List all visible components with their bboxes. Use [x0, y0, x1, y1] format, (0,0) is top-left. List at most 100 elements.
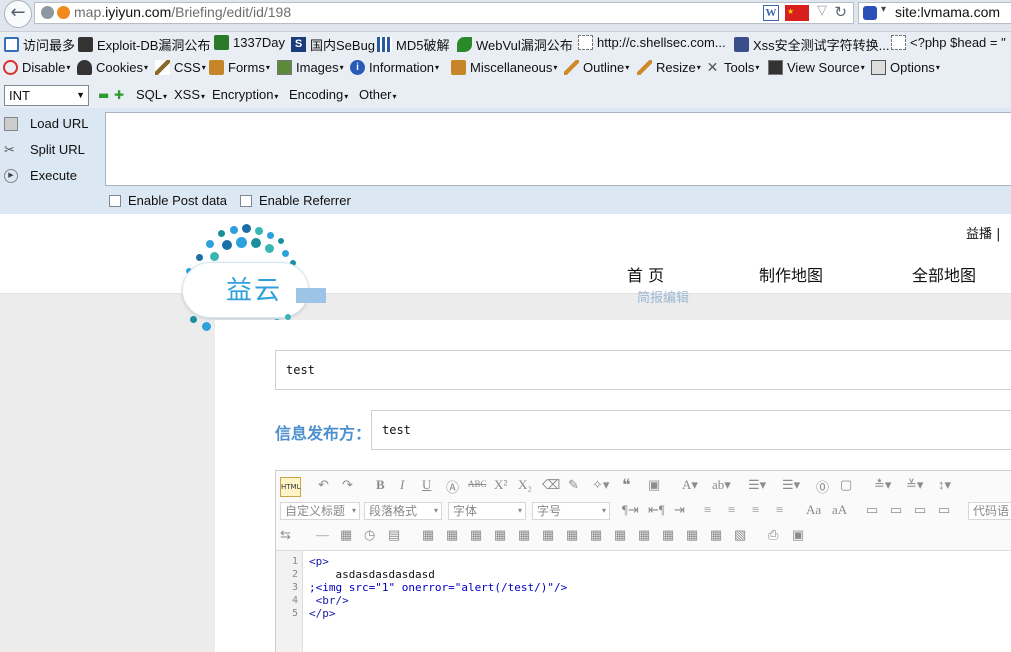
paragraph-format-select[interactable]: 段落格式 ▾ — [364, 502, 442, 520]
increase-icon[interactable]: ✚ — [114, 88, 124, 102]
align-right-icon[interactable]: ≡ — [752, 502, 759, 518]
underline-icon[interactable]: U — [422, 477, 431, 493]
nav-sub-briefing[interactable]: 简报编辑 — [637, 287, 689, 306]
table-align-icon[interactable]: ▦ — [638, 527, 650, 543]
images-menu[interactable]: Images ▾ — [277, 60, 344, 75]
rtl-icon[interactable]: ⇤¶ — [648, 502, 665, 518]
code-line[interactable]: <p> — [309, 555, 329, 568]
strikethrough-icon[interactable]: ABC — [468, 479, 487, 489]
subscript-icon[interactable]: X₂ — [518, 477, 532, 493]
encoding-menu[interactable]: Encoding▾ — [289, 87, 348, 102]
encryption-menu[interactable]: Encryption▾ — [212, 87, 278, 102]
indent-icon[interactable]: ⇥ — [674, 502, 685, 518]
search-input[interactable]: ▾ site:lvmama.com — [858, 2, 1011, 24]
bookmark-item[interactable]: MD5破解 — [377, 35, 449, 54]
date-icon[interactable]: ▦ — [340, 527, 352, 543]
bookmark-item[interactable]: 访问最多 — [4, 35, 75, 54]
code-line[interactable]: </p> — [309, 607, 336, 620]
delete-col-icon[interactable]: ▦ — [518, 527, 530, 543]
eraser-icon[interactable]: ⌫ — [542, 477, 560, 493]
auto-format-icon[interactable]: ✧▾ — [592, 477, 609, 493]
select-all-icon[interactable]: ⓪ — [816, 477, 829, 496]
bookmark-item[interactable]: 1337Day — [214, 35, 285, 50]
font-border-icon[interactable]: Ⓐ — [446, 477, 459, 496]
horizontal-rule-icon[interactable]: — — [316, 527, 329, 543]
hackbar-url-textarea[interactable] — [105, 112, 1011, 186]
miscellaneous-menu[interactable]: Miscellaneous ▾ — [451, 60, 557, 75]
back-arrow-icon[interactable]: ← — [4, 0, 32, 28]
image-float-left-icon[interactable]: ▭ — [890, 502, 902, 518]
insert-col-icon[interactable]: ▦ — [470, 527, 482, 543]
url-text[interactable]: map.iyiyun.com/Briefing/edit/id/198 — [74, 4, 291, 20]
lowercase-icon[interactable]: aA — [832, 502, 847, 518]
row-spacing-top-icon[interactable]: ≛▾ — [874, 477, 891, 493]
bookmark-item[interactable]: Exploit-DB漏洞公布 — [78, 35, 210, 54]
nav-all-maps[interactable]: 全部地图 — [912, 262, 976, 286]
information-menu[interactable]: i Information ▾ — [350, 60, 439, 75]
enable-referrer-checkbox[interactable]: Enable Referrer — [240, 193, 351, 208]
highlight-color-icon[interactable]: ab▾ — [712, 477, 731, 493]
image-float-none-icon[interactable]: ▭ — [866, 502, 878, 518]
line-height-icon[interactable]: ↕▾ — [938, 477, 951, 493]
ltr-icon[interactable]: ¶⇥ — [622, 502, 639, 518]
search-engine-dropdown-icon[interactable]: ▾ — [881, 4, 886, 15]
align-left-icon[interactable]: ≡ — [704, 502, 711, 518]
china-flag-icon[interactable]: ★ — [785, 5, 809, 21]
nav-make-map[interactable]: 制作地图 — [759, 262, 823, 286]
search-text[interactable]: site:lvmama.com — [895, 4, 1000, 20]
load-url-button[interactable]: Load URL — [4, 116, 89, 131]
title-input[interactable]: test — [275, 350, 1011, 390]
paste-text-icon[interactable]: ▣ — [648, 477, 660, 493]
code-line[interactable]: <br/> — [309, 594, 349, 607]
italic-icon[interactable]: I — [400, 477, 404, 493]
nav-home[interactable]: 首 页 — [627, 262, 664, 286]
insert-row-icon[interactable]: ▦ — [446, 527, 458, 543]
outline-menu[interactable]: Outline ▾ — [564, 60, 629, 75]
font-family-select[interactable]: 字体 ▾ — [448, 502, 526, 520]
publisher-input[interactable]: test — [371, 410, 1011, 450]
user-info[interactable]: 益播 | — [966, 223, 1001, 242]
font-color-icon[interactable]: A▾ — [682, 477, 698, 493]
table-right-icon[interactable]: ▦ — [710, 527, 722, 543]
format-brush-icon[interactable]: ✎ — [568, 477, 579, 493]
disable-menu[interactable]: Disable ▾ — [3, 60, 70, 75]
image-center-icon[interactable]: ▭ — [938, 502, 950, 518]
template-icon[interactable]: ▤ — [388, 527, 400, 543]
type-select[interactable]: INT ▼ — [4, 85, 89, 106]
align-center-icon[interactable]: ≡ — [728, 502, 735, 518]
table-left-icon[interactable]: ▦ — [662, 527, 674, 543]
bookmark-item[interactable]: S 国内SeBug — [291, 35, 375, 54]
tools-menu[interactable]: ✕ Tools ▾ — [705, 60, 760, 76]
table-props-icon[interactable]: ▦ — [590, 527, 602, 543]
username[interactable]: 益播 — [966, 227, 992, 242]
sql-menu[interactable]: SQL▾ — [136, 87, 167, 102]
delete-row-icon[interactable]: ▦ — [494, 527, 506, 543]
enable-post-checkbox[interactable]: Enable Post data — [109, 193, 227, 208]
ordered-list-icon[interactable]: ☰▾ — [748, 477, 766, 493]
time-icon[interactable]: ◷ — [364, 527, 375, 543]
table-center-icon[interactable]: ▦ — [686, 527, 698, 543]
clear-doc-icon[interactable]: ▢ — [840, 477, 852, 493]
superscript-icon[interactable]: X² — [494, 477, 507, 493]
reload-icon[interactable]: ↻ — [834, 3, 847, 21]
row-spacing-bottom-icon[interactable]: ≚▾ — [906, 477, 923, 493]
undo-icon[interactable]: ↶ — [318, 477, 329, 493]
code-language-select[interactable]: 代码语 — [968, 502, 1011, 520]
code-line[interactable]: asdasdasdasdasd — [309, 568, 434, 581]
css-menu[interactable]: CSS ▾ — [155, 60, 206, 75]
redo-icon[interactable]: ↷ — [342, 477, 353, 493]
unordered-list-icon[interactable]: ☰▾ — [782, 477, 800, 493]
resize-menu[interactable]: Resize ▾ — [637, 60, 701, 75]
directionality-icon[interactable]: ⇆ — [280, 527, 291, 543]
split-url-button[interactable]: ✂ Split URL — [4, 142, 85, 157]
blockquote-icon[interactable]: ❝ — [622, 475, 631, 495]
align-justify-icon[interactable]: ≡ — [776, 502, 783, 518]
dropdown-arrow-icon[interactable]: ▽ — [817, 3, 827, 18]
decrease-icon[interactable]: ▬ — [98, 88, 109, 102]
cell-props-icon[interactable]: ▦ — [614, 527, 626, 543]
table-delete-icon[interactable]: ▧ — [734, 527, 746, 543]
word-icon[interactable]: W — [763, 5, 779, 21]
custom-heading-select[interactable]: 自定义标题 ▾ — [280, 502, 360, 520]
view-source-menu[interactable]: View Source ▾ — [768, 60, 865, 75]
preview-icon[interactable]: ▣ — [792, 527, 804, 543]
